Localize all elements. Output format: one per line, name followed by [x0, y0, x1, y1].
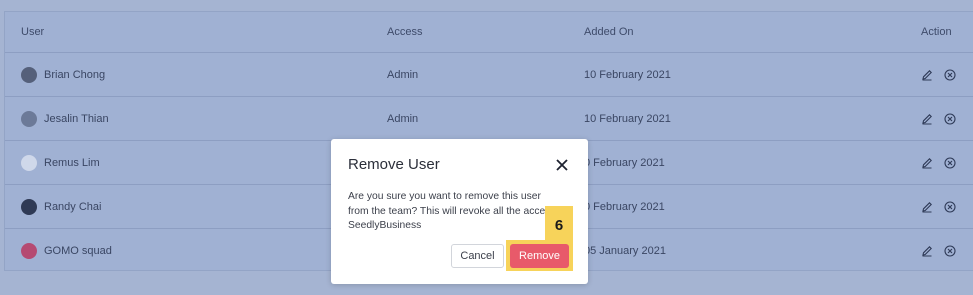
user-name: GOMO squad [44, 245, 112, 257]
close-icon[interactable] [554, 157, 570, 173]
cancel-button[interactable]: Cancel [451, 244, 504, 268]
avatar [21, 66, 37, 83]
access-level: Admin [387, 112, 419, 125]
avatar [21, 243, 37, 259]
remove-icon[interactable] [944, 112, 956, 125]
remove-icon[interactable] [944, 156, 956, 169]
added-on-date: 05 January 2021 [584, 245, 666, 257]
header-access: Access [387, 26, 423, 38]
access-level: Admin [387, 68, 419, 81]
user-name: Randy Chai [44, 200, 102, 213]
edit-icon[interactable] [921, 245, 933, 257]
edit-icon[interactable] [921, 157, 933, 169]
added-on-date: 0 February 2021 [584, 156, 665, 169]
table-row: Jesalin Thian Admin 10 February 2021 [5, 97, 973, 141]
edit-icon[interactable] [921, 69, 933, 81]
user-name: Jesalin Thian [44, 112, 109, 125]
avatar [21, 198, 37, 215]
header-user: User [21, 26, 45, 38]
remove-icon[interactable] [944, 245, 956, 257]
dialog-message: Are you sure you want to remove this use… [348, 191, 546, 231]
added-on-date: 0 February 2021 [584, 200, 665, 213]
dialog-title: Remove User [348, 156, 440, 173]
remove-button[interactable]: Remove [510, 244, 569, 268]
edit-icon[interactable] [921, 113, 933, 125]
table-header-row: User Access Added On Action [5, 12, 973, 53]
added-on-date: 10 February 2021 [584, 112, 671, 125]
table-row: Brian Chong Admin 10 February 2021 [5, 53, 973, 97]
remove-icon[interactable] [944, 68, 956, 81]
user-name: Remus Lim [44, 156, 100, 169]
avatar [21, 154, 37, 171]
step-number-badge: 6 [545, 206, 573, 244]
remove-icon[interactable] [944, 200, 956, 213]
user-name: Brian Chong [44, 68, 106, 81]
header-added-on: Added On [584, 26, 634, 38]
added-on-date: 10 February 2021 [584, 68, 671, 81]
header-action: Action [921, 26, 952, 38]
avatar [21, 110, 37, 127]
edit-icon[interactable] [921, 201, 933, 213]
